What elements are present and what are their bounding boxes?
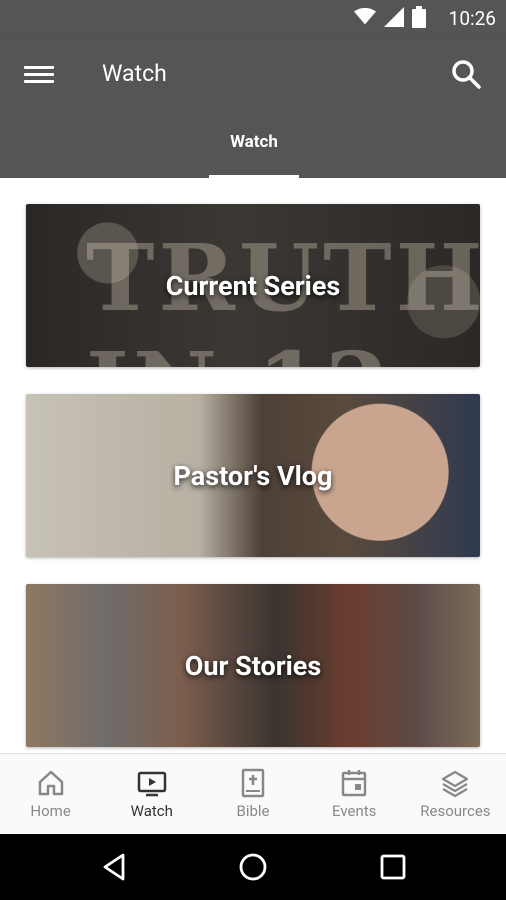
card-our-stories[interactable]: Our Stories <box>26 584 480 747</box>
home-icon <box>38 770 63 796</box>
tab-watch[interactable]: Watch <box>209 132 299 178</box>
status-bar: 10:26 <box>0 0 506 36</box>
nav-item-bible[interactable]: Bible <box>202 754 303 835</box>
content-list: TRUTH IN 12 BARS Current Series Pastor's… <box>0 178 506 753</box>
nav-item-resources[interactable]: Resources <box>405 754 506 835</box>
app-bar: Watch Watch <box>0 36 506 178</box>
home-button-icon[interactable] <box>237 851 269 883</box>
layers-icon <box>442 770 469 798</box>
nav-label: Events <box>332 802 377 820</box>
nav-label: Bible <box>236 802 270 820</box>
bottom-nav: Home Watch Bible Events Resources <box>0 753 506 835</box>
wifi-icon <box>354 7 376 25</box>
card-label: Our Stories <box>184 649 322 682</box>
card-current-series[interactable]: TRUTH IN 12 BARS Current Series <box>26 204 480 367</box>
menu-icon[interactable] <box>24 62 54 88</box>
page-title: Watch <box>102 60 167 87</box>
status-time: 10:26 <box>448 7 496 30</box>
system-nav-bar <box>0 834 506 900</box>
tv-icon <box>137 771 167 797</box>
tab-watch-label: Watch <box>230 132 278 152</box>
card-pastors-vlog[interactable]: Pastor's Vlog <box>26 394 480 557</box>
signal-icon <box>384 7 404 27</box>
card-label: Pastor's Vlog <box>173 459 333 492</box>
battery-icon <box>412 6 426 28</box>
bible-icon <box>241 768 265 798</box>
nav-item-watch[interactable]: Watch <box>101 754 202 835</box>
calendar-icon <box>341 770 367 797</box>
search-icon[interactable] <box>450 58 482 90</box>
back-icon[interactable] <box>99 851 131 883</box>
nav-label: Home <box>30 802 71 820</box>
recents-icon[interactable] <box>377 851 409 883</box>
nav-item-events[interactable]: Events <box>304 754 405 835</box>
nav-label: Watch <box>130 802 173 820</box>
nav-label: Resources <box>420 802 491 820</box>
status-icons <box>354 6 426 28</box>
card-label: Current Series <box>165 269 341 302</box>
nav-item-home[interactable]: Home <box>0 754 101 835</box>
